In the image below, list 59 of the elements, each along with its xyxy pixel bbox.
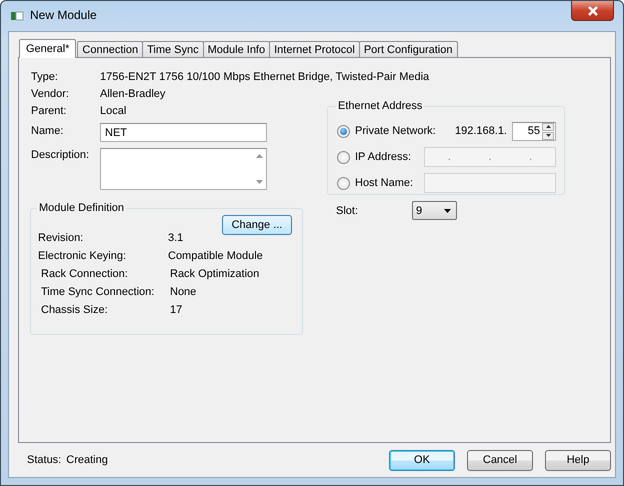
field-label: Electronic Keying: [38,250,128,262]
field-label: Vendor: [31,88,70,100]
field-value: None [169,286,196,298]
radio-label: Private Network: [355,125,436,137]
spin-box[interactable]: 55 [512,122,556,140]
field-value: Local [100,104,126,116]
description-field[interactable] [100,148,267,190]
tab[interactable]: Module Info [202,41,270,57]
field-label: Rack Connection: [40,268,129,280]
status-value: Creating [66,454,108,466]
address-prefix: 192.168.1. [455,125,507,137]
field-label: Chassis Size: [40,304,109,316]
radio-button[interactable] [337,124,350,138]
radio-button[interactable] [337,176,350,190]
slot-dropdown[interactable]: 9 [412,201,457,220]
field-label: Name: [31,124,64,136]
close-button[interactable] [571,1,614,21]
caret-up-icon [546,125,550,128]
close-icon [586,6,598,16]
window-icon [10,10,24,22]
field-label: Time Sync Connection: [40,286,156,298]
field-value: 1756-EN2T 1756 10/100 Mbps Ethernet Bridge, Twisted-Pair Media [100,70,430,82]
field-value: Compatible Module [168,250,263,262]
field-label: Revision: [38,232,84,244]
tab[interactable]: Internet Protocol [269,41,360,57]
window-title: New Module [30,8,97,22]
group-title: Ethernet Address [337,100,424,112]
status-label: Status: [27,454,62,466]
dialog-button[interactable]: Help [545,450,611,471]
caret-down-icon [546,134,550,137]
field-label: Type: [31,70,59,82]
separator-dot: . [529,151,532,163]
field-value: 3.1 [168,232,184,244]
tab[interactable]: Time Sync [142,41,204,57]
group-title: Module Definition [38,202,125,214]
change-button[interactable]: Change ... [222,215,292,235]
separator-dot: . [448,151,451,163]
scroll-down-icon [256,180,262,184]
dialog-button[interactable]: Cancel [467,450,533,471]
field-value: Allen-Bradley [100,88,166,100]
field-value: 17 [169,304,182,316]
tab[interactable]: Port Configuration [358,41,458,57]
tab[interactable]: Connection [77,41,144,57]
host-name-field[interactable] [424,173,556,193]
separator-dot: . [488,151,492,163]
scroll-up-icon [256,154,262,158]
caret-down-icon [444,208,451,212]
name-field[interactable]: NET [100,123,267,142]
field-label: Parent: [31,104,68,116]
field-label: Slot: [336,204,360,216]
radio-label: IP Address: [355,151,412,163]
field-label: Description: [31,149,90,161]
spin-down-button[interactable] [542,132,554,140]
radio-label: Host Name: [355,177,414,189]
dialog-button[interactable]: OK [389,450,455,471]
spin-up-button[interactable] [542,122,554,130]
field-value: Rack Optimization [169,268,260,280]
radio-button[interactable] [337,150,350,164]
tab[interactable]: General* [19,39,76,58]
